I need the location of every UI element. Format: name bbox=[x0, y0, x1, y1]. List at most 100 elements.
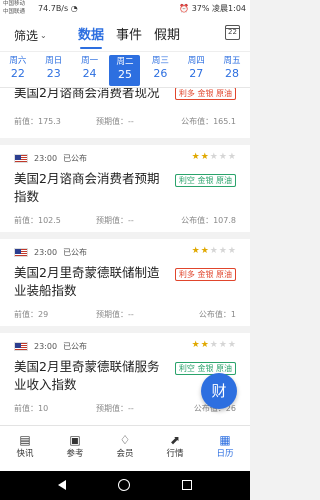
bottom-tab-market[interactable]: ⬈ 行情 bbox=[150, 426, 200, 471]
importance-stars: ★ ★ ★ ★ ★ bbox=[192, 153, 236, 162]
vip-icon: ♢ bbox=[119, 433, 131, 447]
bottom-tab-news[interactable]: ▤ 快讯 bbox=[0, 426, 50, 471]
date-weekday: 周二 bbox=[116, 57, 134, 67]
home-icon[interactable] bbox=[118, 479, 130, 491]
bottom-tab-label: 会员 bbox=[116, 449, 134, 459]
date-day: 28 bbox=[225, 67, 240, 80]
tab-data[interactable]: 数据 bbox=[72, 24, 110, 49]
bottom-tab-reference[interactable]: ▣ 参考 bbox=[50, 426, 100, 471]
star-empty-icon: ★ bbox=[227, 246, 236, 256]
event-title: 美国2月里奇蒙德联储服务 业收入指数 bbox=[14, 358, 164, 394]
previous-value: 前值：29 bbox=[14, 310, 49, 319]
date-item[interactable]: 周六 22 bbox=[0, 52, 36, 87]
date-item[interactable]: 周三 26 bbox=[142, 52, 178, 87]
previous-value: 前值：10 bbox=[14, 404, 49, 413]
bottom-tab-vip[interactable]: ♢ 会员 bbox=[100, 426, 150, 471]
calendar-icon: ▦ bbox=[219, 433, 231, 447]
date-day: 22 bbox=[10, 67, 25, 80]
event-title-line: 美国2月谘商会消费者预期 bbox=[14, 171, 160, 186]
date-day: 24 bbox=[82, 67, 97, 80]
star-filled-icon: ★ bbox=[200, 246, 209, 256]
event-title-line: 美国2月里奇蒙德联储服务 bbox=[14, 359, 160, 374]
star-empty-icon: ★ bbox=[227, 340, 236, 350]
event-status: 已公布 bbox=[63, 342, 88, 351]
carrier-labels: 中国移动 中国联通 bbox=[3, 1, 25, 16]
tab-bar: 数据 事件 假期 bbox=[72, 24, 186, 49]
top-nav: 筛选 ⌄ 数据 事件 假期 22 bbox=[0, 18, 250, 51]
date-item[interactable]: 周日 23 bbox=[36, 52, 72, 87]
tab-events[interactable]: 事件 bbox=[110, 24, 148, 43]
event-title-line: 美国2月谘商会消费者现况 bbox=[14, 88, 160, 100]
battery-percent: 37% bbox=[191, 4, 210, 13]
date-weekday: 周五 bbox=[223, 56, 241, 66]
carrier-2: 中国联通 bbox=[3, 8, 26, 15]
clock: 凌晨1:04 bbox=[212, 4, 246, 13]
bottom-tab-calendar[interactable]: ▦ 日历 bbox=[200, 426, 250, 471]
star-empty-icon: ★ bbox=[218, 152, 227, 162]
previous-value: 前值：175.3 bbox=[14, 117, 61, 126]
filter-button[interactable]: 筛选 ⌄ bbox=[14, 27, 47, 44]
date-item[interactable]: 周四 27 bbox=[178, 52, 214, 87]
recent-apps-icon[interactable] bbox=[182, 480, 192, 490]
event-time: 23:00 bbox=[34, 154, 58, 163]
wifi-icon: ◔ bbox=[70, 4, 78, 13]
importance-stars: ★ ★ ★ ★ ★ bbox=[192, 247, 236, 256]
calendar-picker-icon[interactable]: 22 bbox=[225, 25, 240, 40]
bottom-tab-label: 行情 bbox=[166, 449, 184, 459]
date-item[interactable]: 周五 28 bbox=[214, 52, 250, 87]
event-card[interactable]: 美国2月谘商会消费者现况 利多 金银 原油 前值：175.3 预期值：-- 公布… bbox=[0, 88, 250, 138]
date-weekday: 周三 bbox=[151, 56, 169, 66]
previous-value: 前值：102.5 bbox=[14, 216, 61, 225]
us-flag-icon bbox=[14, 154, 28, 163]
date-weekday: 周六 bbox=[9, 56, 27, 66]
star-empty-icon: ★ bbox=[209, 340, 218, 350]
date-day: 23 bbox=[46, 67, 61, 80]
calendar-picker-day: 22 bbox=[228, 28, 237, 36]
star-filled-icon: ★ bbox=[191, 246, 200, 256]
event-time: 23:00 bbox=[34, 248, 58, 257]
status-bar: 中国移动 中国联通 74.7B/s ◔ ⏰ 37% 凌晨1:04 bbox=[0, 0, 250, 18]
date-strip: 周六 22 周日 23 周一 24 周二 25 周三 26 周四 27 周五 28 bbox=[0, 51, 250, 88]
date-day: 25 bbox=[117, 68, 132, 81]
date-item-selected[interactable]: 周二 25 bbox=[109, 55, 141, 86]
star-filled-icon: ★ bbox=[191, 340, 200, 350]
date-weekday: 周日 bbox=[45, 56, 63, 66]
actual-value: 公布值：1 bbox=[198, 310, 236, 319]
network-speed-value: 74.7B/s bbox=[38, 4, 69, 13]
system-nav-bar bbox=[0, 471, 250, 500]
impact-badge: 利空 金银 原油 bbox=[174, 174, 236, 187]
star-empty-icon: ★ bbox=[209, 246, 218, 256]
event-title-line: 业装船指数 bbox=[14, 283, 77, 298]
filter-label: 筛选 bbox=[14, 29, 39, 43]
bottom-tab-bar: ▤ 快讯 ▣ 参考 ♢ 会员 ⬈ 行情 ▦ 日历 bbox=[0, 425, 250, 471]
star-empty-icon: ★ bbox=[218, 340, 227, 350]
impact-badge: 利多 金银 原油 bbox=[174, 268, 236, 281]
forecast-value: 预期值：-- bbox=[96, 404, 134, 413]
event-header: 23:00 已公布 bbox=[14, 341, 87, 352]
date-weekday: 周一 bbox=[81, 56, 99, 66]
tab-holidays[interactable]: 假期 bbox=[148, 24, 186, 43]
date-weekday: 周四 bbox=[187, 56, 205, 66]
forecast-value: 预期值：-- bbox=[96, 216, 134, 225]
event-status: 已公布 bbox=[63, 154, 88, 163]
star-empty-icon: ★ bbox=[209, 152, 218, 162]
star-empty-icon: ★ bbox=[227, 152, 236, 162]
us-flag-icon bbox=[14, 248, 28, 257]
event-card[interactable]: 23:00 已公布 ★ ★ ★ ★ ★ 美国2月谘商会消费者预期 指数 利空 金银 原油… bbox=[0, 145, 250, 232]
event-title: 美国2月谘商会消费者预期 指数 bbox=[14, 170, 164, 206]
event-header: 23:00 已公布 bbox=[14, 247, 87, 258]
finance-floating-button[interactable]: 财 bbox=[201, 373, 237, 409]
back-icon[interactable] bbox=[58, 480, 66, 490]
forecast-value: 预期值：-- bbox=[96, 117, 134, 126]
star-filled-icon: ★ bbox=[200, 152, 209, 162]
bottom-tab-label: 参考 bbox=[66, 449, 84, 459]
event-card[interactable]: 23:00 已公布 ★ ★ ★ ★ ★ 美国2月里奇蒙德联储制造 业装船指数 利多 金银… bbox=[0, 239, 250, 326]
us-flag-icon bbox=[14, 342, 28, 351]
network-speed: 74.7B/s ◔ bbox=[38, 4, 78, 13]
event-time: 23:00 bbox=[34, 342, 58, 351]
importance-stars: ★ ★ ★ ★ ★ bbox=[192, 341, 236, 350]
forecast-value: 预期值：-- bbox=[96, 310, 134, 319]
alarm-icon: ⏰ bbox=[179, 4, 190, 13]
market-icon: ⬈ bbox=[169, 433, 181, 447]
date-item[interactable]: 周一 24 bbox=[72, 52, 108, 87]
